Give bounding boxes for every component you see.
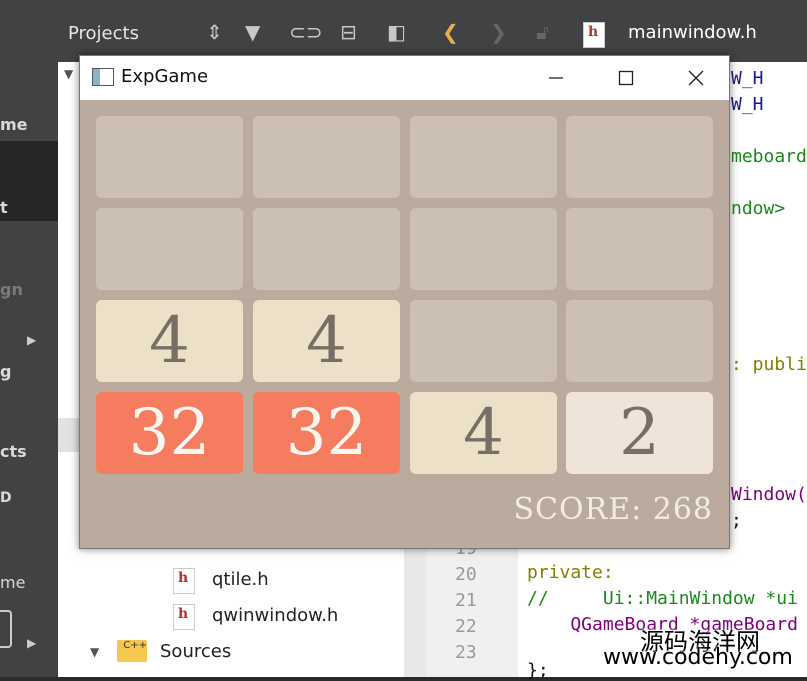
tile-4: 4 <box>410 392 557 474</box>
header-file-icon <box>173 568 195 594</box>
tile-32: 32 <box>253 392 400 474</box>
close-button[interactable] <box>661 56 731 100</box>
tree-item-qwinwindow[interactable]: qwinwindow.h <box>212 605 338 626</box>
mode-help-label[interactable]: D <box>0 490 12 506</box>
line-number: 21 <box>455 590 477 611</box>
watermark-url: www.codehy.com <box>603 645 793 670</box>
maximize-button[interactable] <box>591 56 661 100</box>
device-icon[interactable] <box>0 610 12 648</box>
sidebar-toggle-icon[interactable]: ◧ <box>387 20 406 44</box>
header-file-icon <box>583 22 605 48</box>
projects-pane-header: Projects <box>58 10 426 56</box>
mode-edit-label[interactable]: t <box>0 198 8 217</box>
line-number: 20 <box>455 564 477 585</box>
line-number: 22 <box>455 616 477 637</box>
projects-selector[interactable]: Projects <box>68 23 139 44</box>
split-add-icon[interactable]: ⊟ <box>340 20 357 44</box>
title-bar[interactable]: ExpGame <box>80 56 729 100</box>
line-number: 23 <box>455 642 477 663</box>
maximize-icon <box>618 70 634 86</box>
kit-name-label[interactable]: me <box>0 573 25 592</box>
tile-empty <box>253 208 400 290</box>
window-title: ExpGame <box>121 66 209 87</box>
forward-arrow-icon[interactable]: ❯ <box>490 20 507 44</box>
folder-icon: C++ <box>117 640 147 662</box>
tile-32: 32 <box>96 392 243 474</box>
tile-empty <box>410 300 557 382</box>
score-label: SCORE: 268 <box>513 492 713 527</box>
tile-4: 4 <box>253 300 400 382</box>
lock-icon: 🔓︎ <box>536 20 549 44</box>
minimize-icon <box>549 77 563 79</box>
code-line: : publi <box>731 354 807 375</box>
tree-selection <box>58 418 80 452</box>
close-icon <box>688 70 704 86</box>
tree-item-sources[interactable]: Sources <box>160 641 231 662</box>
tree-collapse-icon[interactable]: ▼ <box>64 67 73 81</box>
editor-file-title[interactable]: mainwindow.h <box>628 22 757 43</box>
tile-4: 4 <box>96 300 243 382</box>
tile-empty <box>566 208 713 290</box>
sources-collapse-icon[interactable]: ▼ <box>90 645 99 659</box>
tile-empty <box>410 116 557 198</box>
mode-projects-label[interactable]: cts <box>0 442 27 461</box>
code-line: ; <box>731 510 742 531</box>
filter-icon[interactable]: ▼ <box>245 20 260 44</box>
code-line: ndow> <box>731 198 786 219</box>
mode-design-label[interactable]: gn <box>0 280 23 299</box>
tile-empty <box>253 116 400 198</box>
code-line: // Ui::MainWindow *ui <box>527 588 798 609</box>
tile-empty <box>96 208 243 290</box>
code-line: private: <box>527 562 614 583</box>
link-icon[interactable]: ⊂⊃ <box>289 20 323 44</box>
back-arrow-icon[interactable]: ❮ <box>442 20 459 44</box>
tile-2: 2 <box>566 392 713 474</box>
mode-welcome-label[interactable]: me <box>0 115 28 134</box>
minimize-button[interactable] <box>521 56 591 100</box>
header-file-icon <box>173 604 195 630</box>
app-window-icon <box>92 68 114 86</box>
code-line: }; <box>527 660 549 681</box>
code-line: Window( <box>731 484 807 505</box>
mode-selected-highlight <box>0 141 58 221</box>
tile-empty <box>410 208 557 290</box>
code-line: meboard <box>731 146 807 167</box>
sort-icon[interactable]: ⇕ <box>206 20 223 44</box>
code-line: W_H <box>731 68 764 89</box>
game-window: ExpGame 4 4 32 32 4 2 SCORE: 268 <box>79 55 730 549</box>
tile-empty <box>566 300 713 382</box>
tree-item-qtile[interactable]: qtile.h <box>212 569 269 590</box>
mode-debug-label[interactable]: g <box>0 362 11 381</box>
code-line: W_H <box>731 94 764 115</box>
expand-arrow-icon[interactable]: ▶ <box>27 333 36 347</box>
tile-empty <box>566 116 713 198</box>
tile-empty <box>96 116 243 198</box>
run-arrow-icon[interactable]: ▶ <box>27 636 36 650</box>
